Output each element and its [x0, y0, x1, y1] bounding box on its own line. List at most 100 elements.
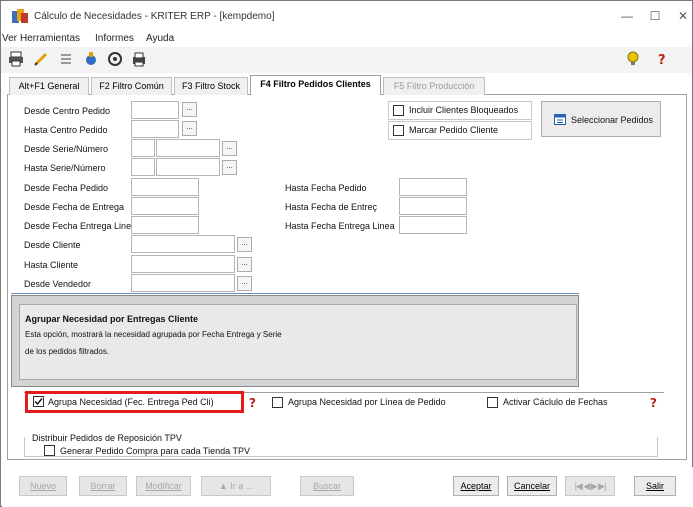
desde-numero-input[interactable]	[156, 139, 220, 157]
hasta-numero-input[interactable]	[156, 158, 220, 176]
marcar-pedido-cliente-checkbox[interactable]	[393, 125, 404, 136]
ir-a-label: ▲ Ir a ...	[218, 481, 254, 491]
label-desde-fecha-entrega: Desde Fecha de Entrega	[24, 202, 125, 212]
preview-icon[interactable]	[107, 51, 123, 67]
generar-pedido-compra-label: Generar Pedido Compra para cada Tienda T…	[60, 446, 250, 456]
cancelar-button[interactable]: Cancelar	[507, 476, 557, 496]
label-hasta-fecha-entrega-linea: Hasta Fecha Entrega Linea	[285, 221, 395, 231]
agrupa-necesidad-fec-entrega-label: Agrupa Necesidad (Fec. Entrega Ped Cli)	[48, 397, 214, 407]
app-window: Cálculo de Necesidades - KRITER ERP - [k…	[0, 0, 693, 507]
desde-vendedor-lookup-button[interactable]: ...	[237, 276, 252, 291]
label-hasta-fecha-pedido: Hasta Fecha Pedido	[285, 183, 367, 193]
menu-ver[interactable]: Ver	[2, 33, 17, 44]
label-hasta-fecha-entrega: Hasta Fecha de Entreç	[285, 202, 378, 212]
desde-serie-lookup-button[interactable]: ...	[222, 141, 237, 156]
bottom-bar: Nuevo Borrar Modificar ▲ Ir a ... Buscar…	[2, 467, 693, 507]
activar-calculo-fechas-checkbox[interactable]	[487, 397, 498, 408]
desde-cliente-lookup-button[interactable]: ...	[237, 237, 252, 252]
option-help-icon[interactable]: ?	[248, 395, 260, 410]
marcar-pedido-cliente-option[interactable]: Marcar Pedido Cliente	[388, 121, 532, 140]
help-divider	[11, 293, 579, 294]
select-orders-icon	[554, 114, 566, 125]
cancelar-label: Cancelar	[513, 481, 551, 491]
borrar-button[interactable]: Borrar	[79, 476, 127, 496]
tab-general[interactable]: Alt+F1 General	[9, 77, 89, 95]
menu-informes[interactable]: Informes	[95, 33, 134, 44]
maximize-button[interactable]: ☐	[645, 9, 665, 23]
menu-ayuda[interactable]: Ayuda	[146, 33, 174, 44]
tab-strip: Alt+F1 General F2 Filtro Común F3 Filtro…	[7, 75, 687, 96]
desde-cliente-input[interactable]	[131, 235, 235, 253]
tab-filtro-stock[interactable]: F3 Filtro Stock	[174, 77, 248, 95]
modificar-button[interactable]: Modificar	[136, 476, 191, 496]
tab-filtro-comun[interactable]: F2 Filtro Común	[91, 77, 172, 95]
label-desde-fecha-entrega-linea: Desde Fecha Entrega Line	[24, 221, 131, 231]
pencil-icon[interactable]	[33, 51, 49, 67]
desde-centro-pedido-lookup-button[interactable]: ...	[182, 102, 197, 117]
toolbar: ?	[1, 47, 692, 73]
hasta-fecha-entrega-input[interactable]	[399, 197, 467, 215]
generar-pedido-compra-checkbox[interactable]	[44, 445, 55, 456]
aceptar-label: Aceptar	[460, 481, 492, 491]
help-panel: Agrupar Necesidad por Entregas Cliente E…	[11, 295, 579, 387]
desde-fecha-pedido-input[interactable]	[131, 178, 199, 196]
incluir-clientes-bloqueados-option[interactable]: Incluir Clientes Bloqueados	[388, 101, 532, 120]
tab-filtro-pedidos-clientes[interactable]: F4 Filtro Pedidos Clientes	[250, 75, 381, 96]
seleccionar-pedidos-label: Seleccionar Pedidos	[571, 115, 654, 125]
ir-a-button[interactable]: ▲ Ir a ...	[201, 476, 271, 496]
hasta-cliente-lookup-button[interactable]: ...	[237, 257, 252, 272]
hasta-serie-input[interactable]	[131, 158, 155, 176]
svg-text:?: ?	[658, 53, 666, 67]
label-hasta-cliente: Hasta Cliente	[24, 260, 79, 270]
label-hasta-centro-pedido: Hasta Centro Pedido	[24, 125, 108, 135]
settings-icon[interactable]	[83, 51, 99, 67]
help-icon[interactable]: ?	[655, 51, 671, 68]
svg-text:?: ?	[650, 396, 657, 409]
hasta-fecha-pedido-input[interactable]	[399, 178, 467, 196]
calculo-fechas-help-icon[interactable]: ?	[649, 395, 661, 410]
activar-calculo-fechas-label: Activar Cáclulo de Fechas	[503, 397, 608, 407]
app-logo-icon	[12, 9, 28, 23]
salir-label: Salir	[645, 481, 664, 491]
printer-icon[interactable]	[131, 51, 147, 67]
label-desde-serie-numero: Desde Serie/Número	[24, 144, 109, 154]
hasta-serie-lookup-button[interactable]: ...	[222, 160, 237, 175]
seleccionar-pedidos-button[interactable]: Seleccionar Pedidos	[541, 101, 661, 137]
help-line-1: Esta opción, mostrará la necesidad agrup…	[25, 330, 282, 339]
desde-fecha-entrega-linea-input[interactable]	[131, 216, 199, 234]
label-hasta-serie-numero: Hasta Serie/Número	[24, 163, 106, 173]
agrupa-necesidad-fec-entrega-checkbox[interactable]	[33, 396, 44, 407]
hasta-cliente-input[interactable]	[131, 255, 235, 273]
desde-serie-input[interactable]	[131, 139, 155, 157]
list-icon[interactable]	[58, 51, 74, 67]
menu-bar: Ver Herramientas Informes Ayuda	[1, 32, 692, 46]
bulb-icon[interactable]	[625, 51, 641, 67]
buscar-button[interactable]: Buscar	[300, 476, 354, 496]
svg-text:?: ?	[249, 396, 256, 409]
modificar-label: Modificar	[145, 481, 182, 491]
minimize-button[interactable]: —	[617, 9, 637, 23]
hasta-centro-pedido-lookup-button[interactable]: ...	[182, 121, 197, 136]
close-button[interactable]: ✕	[673, 9, 693, 23]
label-desde-vendedor: Desde Vendedor	[24, 279, 92, 289]
hasta-fecha-entrega-linea-input[interactable]	[399, 216, 467, 234]
desde-centro-pedido-input[interactable]	[131, 101, 179, 119]
record-navigation-label: |◀ ◀ ▶ ▶|	[574, 481, 607, 491]
tab-filtro-produccion[interactable]: F5 Filtro Producción	[383, 77, 485, 95]
salir-button[interactable]: Salir	[634, 476, 676, 496]
nuevo-button[interactable]: Nuevo	[19, 476, 67, 496]
hasta-centro-pedido-input[interactable]	[131, 120, 179, 138]
help-content: Agrupar Necesidad por Entregas Cliente E…	[19, 304, 577, 380]
label-desde-cliente: Desde Cliente	[24, 240, 81, 250]
label-desde-fecha-pedido: Desde Fecha Pedido	[24, 183, 109, 193]
desde-vendedor-input[interactable]	[131, 274, 235, 292]
agrupa-necesidad-linea-pedido-checkbox[interactable]	[272, 397, 283, 408]
incluir-clientes-bloqueados-checkbox[interactable]	[393, 105, 404, 116]
help-line-2: de los pedidos filtrados.	[25, 347, 110, 356]
print-icon[interactable]	[8, 51, 24, 67]
menu-herramientas[interactable]: Herramientas	[20, 33, 80, 44]
record-navigation-buttons[interactable]: |◀ ◀ ▶ ▶|	[565, 476, 615, 496]
aceptar-button[interactable]: Aceptar	[453, 476, 499, 496]
desde-fecha-entrega-input[interactable]	[131, 197, 199, 215]
agrupa-necesidad-linea-pedido-label: Agrupa Necesidad por Línea de Pedido	[288, 397, 446, 407]
